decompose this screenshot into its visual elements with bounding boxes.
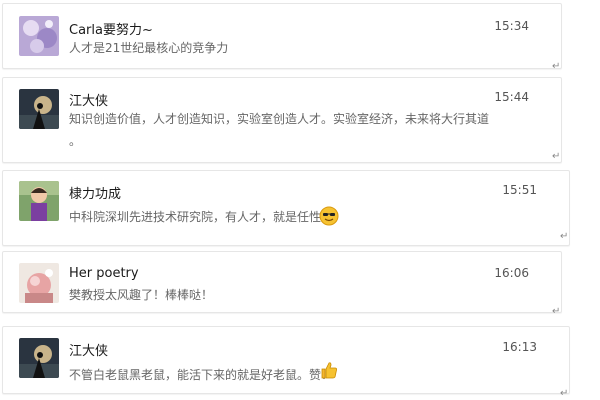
- avatar-jiangdaxia[interactable]: [19, 89, 59, 129]
- avatar-carla[interactable]: [19, 16, 59, 56]
- comment-author[interactable]: 江大侠: [69, 340, 108, 359]
- comment-text: 人才是21世纪最核心的竞争力: [69, 41, 229, 55]
- return-mark: ↵: [560, 388, 569, 399]
- avatar-herpoetry[interactable]: [19, 263, 59, 303]
- comment-time: 15:51: [502, 183, 537, 197]
- avatar-jiangdaxia[interactable]: [19, 338, 59, 378]
- comment-text: 樊教授太风趣了！棒棒哒！: [69, 288, 214, 302]
- comment-text-line: 知识创造价值，人才创造知识，实验室创造人才。实验室经济，未来将大行其道: [69, 112, 490, 126]
- comment-card: Her poetry 16:06 樊教授太风趣了！棒棒哒！: [2, 251, 562, 313]
- thumbs-up-emoji-icon: [319, 360, 339, 380]
- comment-feed: Carla要努力~ 15:34 人才是21世纪最核心的竞争力 ↵ 江大侠 15:…: [0, 0, 600, 400]
- return-mark: ↵: [552, 151, 561, 162]
- comment-card: 江大侠 15:44 知识创造价值，人才创造知识，实验室创造人才。实验室经济，未来…: [2, 77, 562, 163]
- return-mark: ↵: [560, 231, 569, 242]
- comment-card: 江大侠 16:13 不管白老鼠黑老鼠，能活下来的就是好老鼠。赞！: [2, 326, 570, 394]
- comment-author[interactable]: Her poetry: [69, 266, 139, 281]
- comment-card: Carla要努力~ 15:34 人才是21世纪最核心的竞争力: [2, 3, 562, 69]
- comment-time: 15:44: [494, 90, 529, 104]
- comment-text: 不管白老鼠黑老鼠，能活下来的就是好老鼠。赞！: [69, 368, 334, 382]
- comment-time: 15:34: [494, 19, 529, 33]
- comment-text: 中科院深圳先进技术研究院，有人才，就是任性！: [69, 210, 334, 224]
- comment-text-continuation: 。: [69, 134, 82, 148]
- return-mark: ↵: [552, 61, 561, 72]
- comment-time: 16:06: [494, 266, 529, 280]
- return-mark: ↵: [552, 306, 561, 317]
- comment-author[interactable]: 棣力功成: [69, 183, 121, 202]
- avatar-dili[interactable]: [19, 181, 59, 221]
- comment-text: 知识创造价值，人才创造知识，实验室创造人才。实验室经济，未来将大行其道 。: [69, 107, 489, 148]
- comment-card: 棣力功成 15:51 中科院深圳先进技术研究院，有人才，就是任性！: [2, 170, 570, 246]
- comment-time: 16:13: [502, 340, 537, 354]
- cool-face-emoji-icon: [319, 206, 339, 226]
